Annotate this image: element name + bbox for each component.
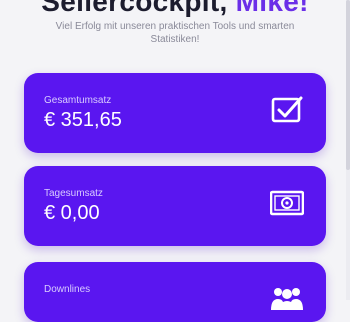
page-subtitle: Viel Erfolg mit unseren praktischen Tool…	[55, 21, 295, 45]
users-icon	[271, 288, 303, 310]
page-title: Sellercockpit, Mike!	[0, 0, 350, 18]
banknote-icon	[270, 190, 304, 216]
page-title-username: Mike!	[235, 0, 309, 17]
card-label: Downlines	[44, 284, 91, 295]
page-title-main: Sellercockpit,	[41, 0, 228, 17]
checkbox-icon	[271, 96, 303, 123]
scrollbar[interactable]	[346, 0, 350, 300]
card-value: € 0,00	[44, 202, 100, 224]
scrollbar-thumb[interactable]	[346, 0, 350, 170]
card-label: Tagesumsatz	[44, 188, 103, 199]
downlines-card[interactable]: Downlines	[24, 262, 326, 322]
daily-revenue-card[interactable]: Tagesumsatz € 0,00	[24, 166, 326, 246]
card-value: € 351,65	[44, 109, 122, 131]
total-revenue-card[interactable]: Gesamtumsatz € 351,65	[24, 73, 326, 153]
card-label: Gesamtumsatz	[44, 95, 112, 106]
